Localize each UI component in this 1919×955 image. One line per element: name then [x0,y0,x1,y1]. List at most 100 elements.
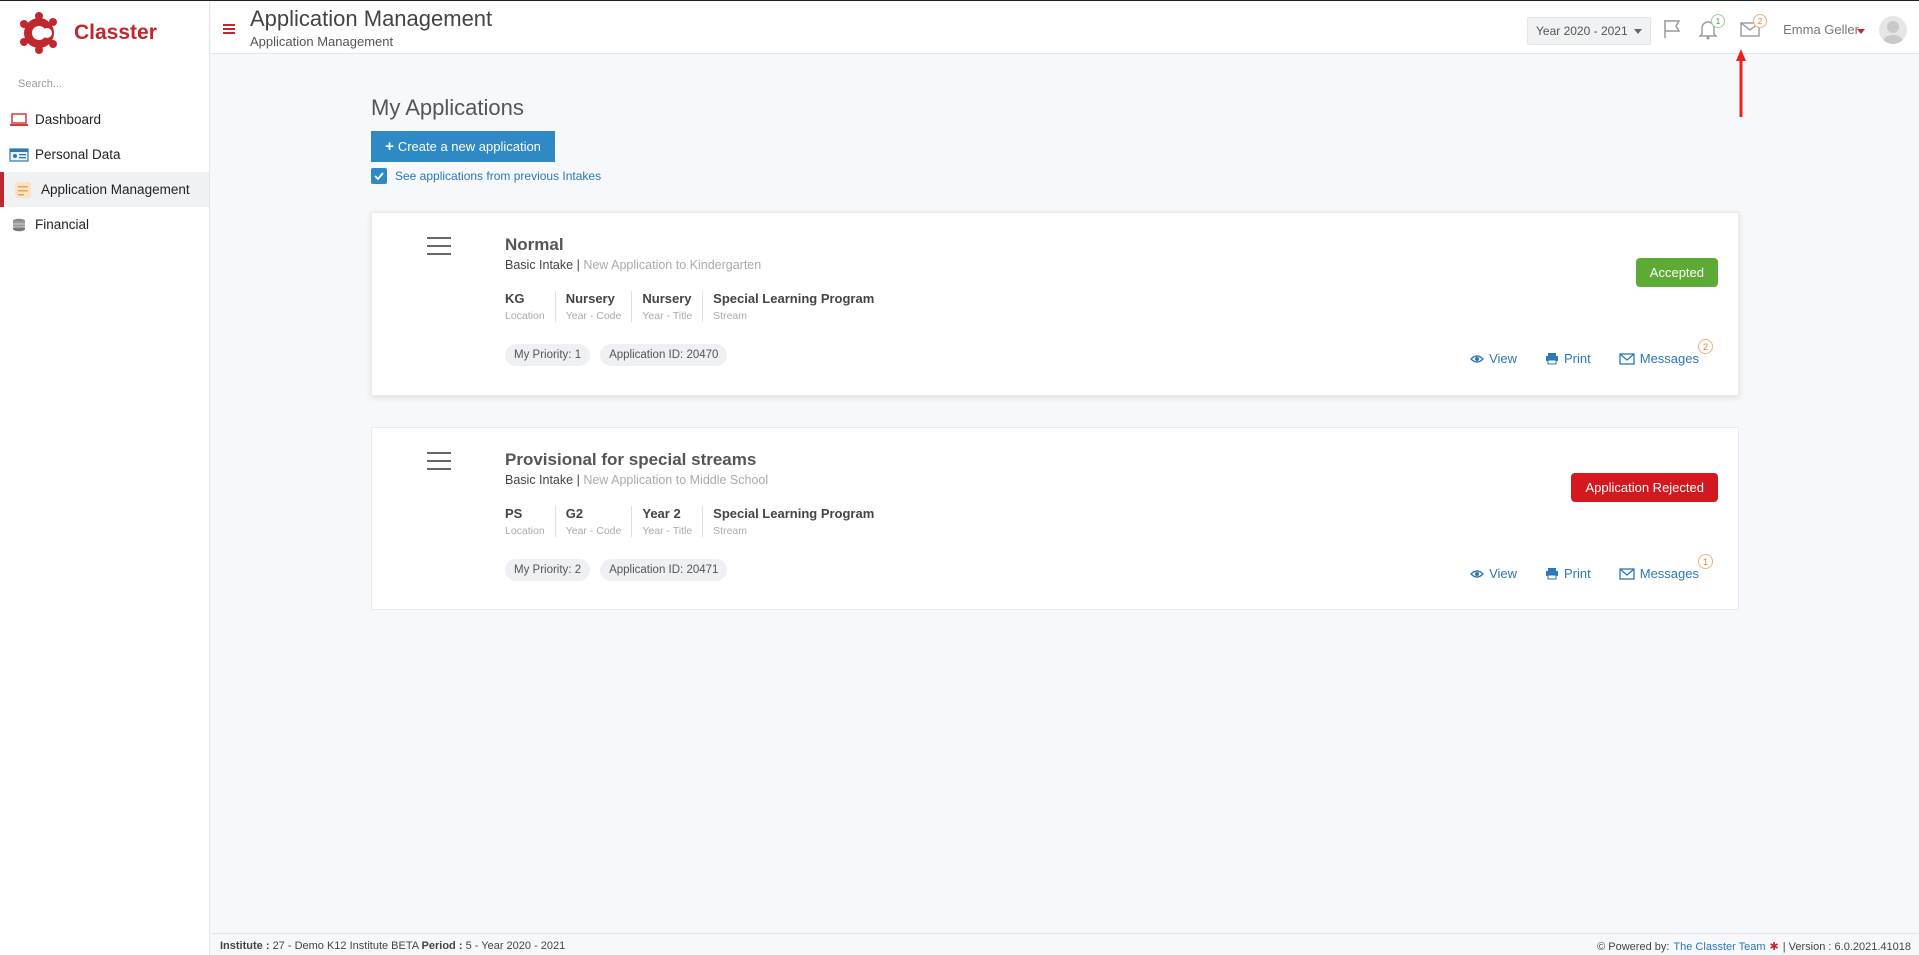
application-chips: My Priority: 2 Application ID: 20471 [505,559,737,581]
meta-label: Location [505,310,545,322]
meta-label: Stream [713,525,748,537]
meta-label: Year - Title [642,525,693,537]
brand-logo[interactable]: Classter [0,2,209,64]
year-select-value: Year 2020 - 2021 [1536,24,1628,38]
application-meta: PS Location G2 Year - Code Year 2 Year -… [505,506,894,537]
sidebar-item-label: Application Management [41,182,190,197]
messages-button[interactable]: Messages 2 [1619,339,1713,366]
footer: Institute : 27 - Demo K12 Institute BETA… [211,933,1919,955]
sidebar: Classter Search... Dashboard Personal Da… [0,2,210,955]
meta-year-title: Year 2 Year - Title [642,506,704,537]
period-label: Period : [421,940,463,952]
sidebar-item-dashboard[interactable]: Dashboard [0,102,209,137]
meta-year-code: Nursery Year - Code [566,291,633,322]
create-application-label: Create a new application [397,139,541,154]
institute-value: 27 - Demo K12 Institute BETA [272,940,419,952]
drag-handle-icon[interactable] [427,237,451,255]
bell-icon[interactable]: 1 [1697,14,1725,40]
application-actions: View Print Messages 2 [1442,339,1713,366]
meta-label: Year - Code [565,310,622,322]
sidebar-item-application-management[interactable]: Application Management [0,172,209,207]
user-menu-name[interactable]: Emma Geller [1783,22,1859,37]
sidebar-item-label: Personal Data [35,147,121,162]
meta-value: Special Learning Program [713,291,875,306]
sidebar-item-label: Financial [35,217,90,232]
meta-location: PS Location [505,506,556,537]
view-button[interactable]: View [1470,566,1517,581]
application-subtitle: Basic Intake | New Application to Kinder… [505,258,762,272]
footer-credits: © Powered by: The Classter Team ✱ | Vers… [1597,940,1911,954]
sidebar-item-label: Dashboard [35,112,102,127]
print-button[interactable]: Print [1545,566,1591,581]
application-subtitle: Basic Intake | New Application to Middle… [505,473,769,487]
messages-count-badge: 2 [1698,339,1713,354]
view-label: View [1489,566,1518,581]
eye-icon [1470,354,1484,363]
print-label: Print [1564,566,1591,581]
application-card: Provisional for special streams Basic In… [371,427,1739,610]
menu-toggle-icon[interactable] [223,24,235,34]
coins-icon [9,217,29,233]
status-badge: Application Rejected [1571,473,1718,502]
meta-value: G2 [565,506,584,521]
meta-value: Year 2 [642,506,681,521]
meta-label: Stream [713,310,748,322]
create-application-button[interactable]: + Create a new application [371,131,555,162]
envelope-icon [1619,567,1635,580]
year-select[interactable]: Year 2020 - 2021 [1527,17,1651,45]
flag-icon[interactable] [1661,18,1683,40]
messages-button[interactable]: Messages 1 [1619,554,1713,581]
meta-value: Nursery [565,291,615,306]
previous-intakes-label: See applications from previous Intakes [395,169,602,183]
section-title: My Applications [371,95,524,120]
powered-by-label: Powered by: [1608,940,1670,953]
meta-label: Location [505,525,545,537]
classter-team-link[interactable]: The Classter Team [1673,941,1765,953]
application-chips: My Priority: 1 Application ID: 20470 [505,344,737,366]
messages-label: Messages [1639,566,1699,581]
sidebar-item-financial[interactable]: Financial [0,207,209,242]
version-label: | Version : 6.0.2021.41018 [1782,940,1911,953]
sidebar-search-input[interactable]: Search... [0,64,209,102]
drag-handle-icon[interactable] [427,452,451,470]
view-label: View [1489,351,1518,366]
notifications-badge: 1 [1711,14,1725,28]
sidebar-item-personal-data[interactable]: Personal Data [0,137,209,172]
user-menu-caret-icon[interactable] [1857,29,1865,34]
application-actions: View Print Messages 1 [1442,554,1713,581]
messages-badge: 2 [1753,14,1767,28]
page-title: Application Management [250,6,493,31]
avatar[interactable] [1879,16,1907,44]
meta-year-code: G2 Year - Code [566,506,633,537]
annotation-arrow-icon [1736,49,1746,117]
laptop-icon [9,112,29,128]
meta-value: Special Learning Program [713,506,875,521]
checkbox-checked-icon[interactable] [371,168,387,184]
messages-count-badge: 1 [1698,554,1713,569]
envelope-icon[interactable]: 2 [1739,14,1767,40]
chevron-down-icon [1633,28,1642,34]
print-button[interactable]: Print [1545,351,1591,366]
classter-logo-icon [18,12,60,54]
meta-location: KG Location [505,291,556,322]
footer-institute-info: Institute : 27 - Demo K12 Institute BETA… [220,940,565,952]
application-title: Provisional for special streams [505,450,757,469]
form-icon [13,181,33,198]
breadcrumb: Application Management [250,34,394,49]
copyright-icon: © [1597,940,1606,953]
meta-year-title: Nursery Year - Title [642,291,704,322]
eye-icon [1470,569,1484,578]
institute-label: Institute : [220,940,270,952]
application-description: New Application to Kindergarten [583,258,762,272]
print-icon [1546,568,1559,580]
period-value: 5 - Year 2020 - 2021 [465,940,566,952]
previous-intakes-toggle[interactable]: See applications from previous Intakes [371,168,601,184]
meta-stream: Special Learning Program Stream [713,506,884,537]
id-card-icon [9,147,29,163]
print-icon [1546,353,1559,365]
messages-label: Messages [1639,351,1699,366]
view-button[interactable]: View [1470,351,1517,366]
meta-value: Nursery [642,291,692,306]
application-id-badge: Application ID: 20470 [600,344,728,366]
priority-badge: My Priority: 1 [505,344,591,366]
